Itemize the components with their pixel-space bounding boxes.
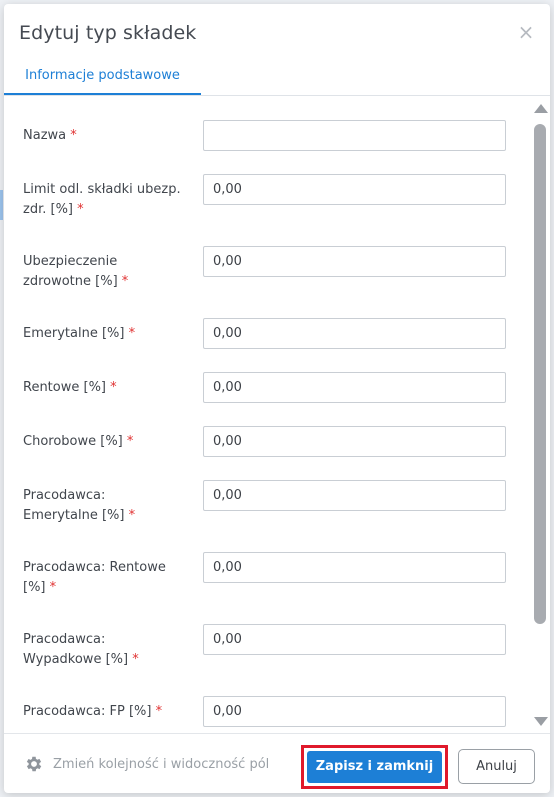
- field-label: Ubezpieczenie zdrowotne [%] *: [23, 254, 129, 289]
- field-label: Pracodawca: Wypadkowe [%] *: [23, 632, 139, 667]
- background-accent: [0, 190, 3, 220]
- save-and-close-button[interactable]: Zapisz i zamknij: [307, 751, 442, 783]
- dialog-footer: Zmień kolejność i widoczność pól Zapisz …: [4, 733, 550, 793]
- field-label: Pracodawca: FP [%] *: [23, 704, 163, 719]
- field-label: Chorobowe [%] *: [23, 434, 134, 449]
- required-marker: *: [110, 380, 117, 395]
- dialog-title: Edytuj typ składek: [19, 22, 197, 44]
- required-marker: *: [126, 434, 134, 449]
- settings-link-label: Zmień kolejność i widoczność pól: [53, 756, 270, 772]
- field-label: Emerytalne [%] *: [23, 326, 136, 341]
- chorobowe-input[interactable]: [203, 426, 506, 457]
- required-marker: *: [128, 326, 136, 341]
- form-body: Nazwa * Limit odl. składki ubezp. zdr. […: [4, 100, 532, 730]
- required-marker: *: [70, 128, 77, 143]
- edit-dialog: Edytuj typ składek × Informacje podstawo…: [4, 4, 550, 793]
- required-marker: *: [49, 580, 57, 595]
- save-highlight: Zapisz i zamknij: [301, 745, 448, 789]
- pracodawca-wypadkowe-input[interactable]: [203, 624, 506, 655]
- scroll-down-arrow-icon[interactable]: [534, 717, 548, 726]
- pracodawca-rentowe-input[interactable]: [203, 552, 506, 583]
- emerytalne-input[interactable]: [203, 318, 506, 349]
- cancel-button[interactable]: Anuluj: [458, 749, 535, 784]
- close-icon[interactable]: ×: [516, 22, 536, 42]
- field-label: Rentowe [%] *: [23, 380, 117, 395]
- gear-icon: [26, 756, 42, 772]
- scrollbar-thumb[interactable]: [534, 124, 546, 624]
- field-label: Pracodawca: Emerytalne [%] *: [23, 488, 136, 523]
- required-marker: *: [121, 274, 129, 289]
- tab-basic-info[interactable]: Informacje podstawowe: [4, 61, 201, 95]
- limit-input[interactable]: [203, 174, 506, 205]
- required-marker: *: [132, 652, 139, 667]
- nazwa-input[interactable]: [203, 120, 506, 151]
- pracodawca-fp-input[interactable]: [203, 696, 506, 727]
- tab-bar: Informacje podstawowe: [4, 61, 550, 96]
- required-marker: *: [155, 704, 163, 719]
- required-marker: *: [77, 202, 84, 217]
- pracodawca-emerytalne-input[interactable]: [203, 480, 506, 511]
- zdrowotne-input[interactable]: [203, 246, 506, 277]
- field-label: Nazwa *: [23, 128, 77, 143]
- field-label: Limit odl. składki ubezp. zdr. [%] *: [23, 182, 181, 217]
- field-order-settings-link[interactable]: Zmień kolejność i widoczność pól: [24, 753, 269, 775]
- scroll-up-arrow-icon[interactable]: [534, 104, 548, 113]
- required-marker: *: [128, 508, 136, 523]
- rentowe-input[interactable]: [203, 372, 506, 403]
- scrollbar[interactable]: [532, 100, 550, 730]
- field-label: Pracodawca: Rentowe [%] *: [23, 560, 166, 595]
